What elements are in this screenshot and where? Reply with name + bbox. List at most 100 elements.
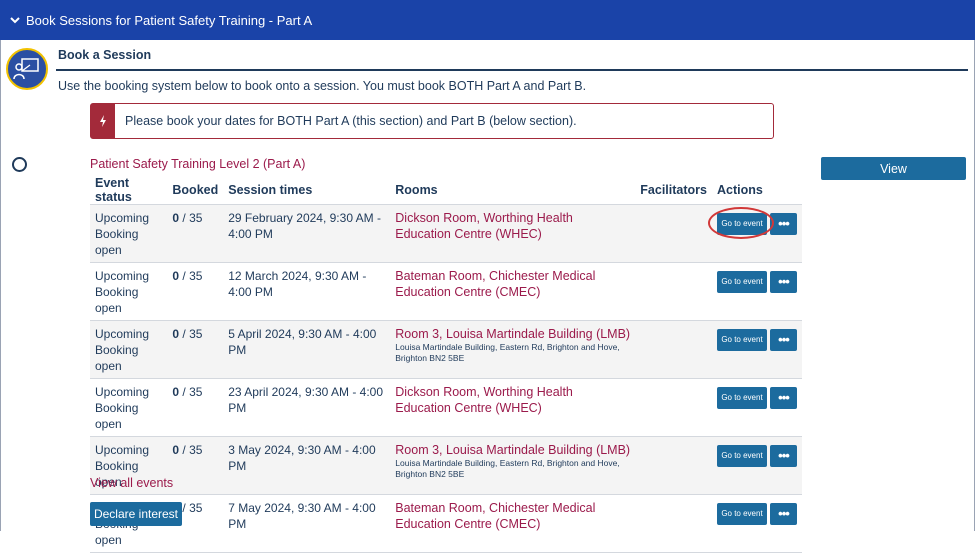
booking-status: Booking open	[95, 343, 139, 373]
actions-cell: Go to event •••	[711, 320, 802, 379]
session-time: 5 April 2024, 9:30 AM - 4:00 PM	[223, 320, 391, 379]
more-options-button[interactable]: •••	[770, 387, 797, 409]
section-header-title: Book Sessions for Patient Safety Trainin…	[26, 12, 313, 28]
table-row: UpcomingBooking open0 / 357 May 2024, 9:…	[90, 494, 802, 553]
more-options-button[interactable]: •••	[770, 445, 797, 467]
room-cell: Room 3, Louisa Martindale Building (LMB)…	[390, 320, 636, 379]
capacity: / 35	[179, 501, 203, 515]
ellipsis-icon: •••	[778, 390, 790, 405]
section-header-bar[interactable]: Book Sessions for Patient Safety Trainin…	[0, 0, 975, 40]
capacity: / 35	[179, 385, 203, 399]
column-header: Event status	[95, 176, 132, 204]
events-table: Event status Booked Session times Rooms …	[90, 176, 802, 553]
room-cell: Room 3, Louisa Martindale Building (LMB)…	[390, 436, 636, 495]
facilitators-cell	[635, 320, 712, 379]
event-status-cell: Upcoming Booking open	[90, 378, 168, 437]
event-status: Upcoming	[95, 269, 150, 283]
session-time: 7 May 2024, 9:30 AM - 4:00 PM	[223, 494, 391, 553]
room-address: Louisa Martindale Building, Eastern Rd, …	[395, 458, 620, 479]
column-header: Rooms	[395, 183, 438, 197]
go-to-event-label: Go to event	[721, 335, 763, 344]
event-status-cell: Upcoming Booking open	[90, 262, 168, 321]
go-to-event-button[interactable]: Go to event	[708, 207, 774, 239]
go-to-event-button[interactable]: Go to event	[717, 271, 767, 293]
event-status: Upcoming	[95, 327, 150, 341]
booking-status: Booking open	[95, 227, 139, 257]
table-header-row: Event status Booked Session times Rooms …	[90, 176, 802, 205]
event-status-cell: Upcoming Booking open	[90, 320, 168, 379]
go-to-event-label: Go to event	[721, 393, 763, 402]
room-address: Louisa Martindale Building, Eastern Rd, …	[395, 342, 620, 363]
booked-cell: 0 / 35	[167, 436, 224, 495]
booked-cell: 0 / 35	[167, 262, 224, 321]
room-link[interactable]: Dickson Room, Worthing Health Education …	[395, 385, 573, 415]
capacity: / 35	[179, 269, 203, 283]
section-title: Book a Session	[58, 48, 152, 62]
booked-cell: 0 / 35	[167, 320, 224, 379]
go-to-event-button[interactable]: Go to event	[717, 445, 767, 467]
capacity: / 35	[179, 211, 203, 225]
completion-status-icon	[12, 157, 27, 172]
capacity: / 35	[179, 327, 203, 341]
room-link[interactable]: Dickson Room, Worthing Health Education …	[395, 211, 573, 241]
actions-cell: Go to event •••	[708, 204, 802, 263]
column-header: Session times	[228, 183, 313, 197]
facilitators-cell	[635, 204, 712, 263]
chevron-down-icon[interactable]	[8, 13, 22, 27]
session-time: 23 April 2024, 9:30 AM - 4:00 PM	[223, 378, 391, 437]
column-header: Facilitators	[640, 183, 707, 197]
booking-status: Booking open	[95, 401, 139, 431]
room-cell: Bateman Room, Chichester Medical Educati…	[390, 262, 636, 321]
column-header: Booked	[172, 183, 219, 197]
room-cell: Bateman Room, Chichester Medical Educati…	[390, 494, 636, 553]
table-row: Upcoming Booking open 0 / 35 12 March 2024,…	[90, 262, 802, 321]
facilitators-cell	[635, 436, 712, 495]
session-time: 29 February 2024, 9:30 AM - 4:00 PM	[223, 204, 391, 263]
section-divider	[56, 69, 968, 71]
go-to-event-label: Go to event	[721, 509, 763, 518]
more-options-button[interactable]: •••	[770, 213, 797, 235]
go-to-event-label: Go to event	[721, 219, 763, 228]
alert-message: Please book your dates for BOTH Part A (…	[125, 114, 577, 128]
lightning-bolt-icon	[91, 104, 115, 138]
intro-text: Use the booking system below to book ont…	[58, 79, 587, 93]
facilitators-cell	[635, 494, 712, 553]
go-to-event-label: Go to event	[721, 277, 763, 286]
course-title-link[interactable]: Patient Safety Training Level 2 (Part A)	[90, 157, 305, 171]
actions-cell: Go to event •••	[711, 262, 802, 321]
facilitators-cell	[635, 378, 712, 437]
declare-interest-button[interactable]: Declare interest	[90, 502, 182, 526]
room-link[interactable]: Bateman Room, Chichester Medical Educati…	[395, 501, 595, 531]
facilitators-cell	[635, 262, 712, 321]
ellipsis-icon: •••	[778, 274, 790, 289]
table-row: Upcoming Booking open 0 / 35 29 February 20…	[90, 204, 802, 263]
booked-cell: 0 / 35	[167, 378, 224, 437]
table-row: Upcoming Booking open 0 / 35 23 April 2024,…	[90, 378, 802, 437]
view-button[interactable]: View	[821, 157, 966, 180]
go-to-event-button[interactable]: Go to event	[717, 329, 767, 351]
actions-cell: Go to event •••	[711, 494, 802, 553]
room-link[interactable]: Room 3, Louisa Martindale Building (LMB)	[395, 443, 630, 457]
table-row: Upcoming Booking open 0 / 35 5 April 2024, …	[90, 320, 802, 379]
view-all-events-link[interactable]: View all events	[90, 476, 173, 490]
room-link[interactable]: Room 3, Louisa Martindale Building (LMB)	[395, 327, 630, 341]
event-status: Upcoming	[95, 211, 150, 225]
event-status: Upcoming	[95, 385, 150, 399]
room-link[interactable]: Bateman Room, Chichester Medical Educati…	[395, 269, 595, 299]
ellipsis-icon: •••	[778, 448, 790, 463]
column-header: Actions	[716, 183, 763, 197]
more-options-button[interactable]: •••	[770, 503, 797, 525]
ellipsis-icon: •••	[778, 332, 790, 347]
session-time: 12 March 2024, 9:30 AM - 4:00 PM	[223, 262, 391, 321]
event-status: Upcoming	[95, 443, 150, 457]
table-row: Upcoming Booking open 0 / 35 3 May 2024, 9:…	[90, 436, 802, 495]
go-to-event-button[interactable]: Go to event	[717, 387, 767, 409]
go-to-event-button[interactable]: Go to event	[717, 503, 767, 525]
actions-cell: Go to event •••	[711, 378, 802, 437]
more-options-button[interactable]: •••	[770, 329, 797, 351]
capacity: / 35	[179, 443, 203, 457]
more-options-button[interactable]: •••	[770, 271, 797, 293]
booked-cell: 0 / 35	[167, 204, 224, 263]
ellipsis-icon: •••	[778, 216, 790, 231]
ellipsis-icon: •••	[778, 506, 790, 521]
